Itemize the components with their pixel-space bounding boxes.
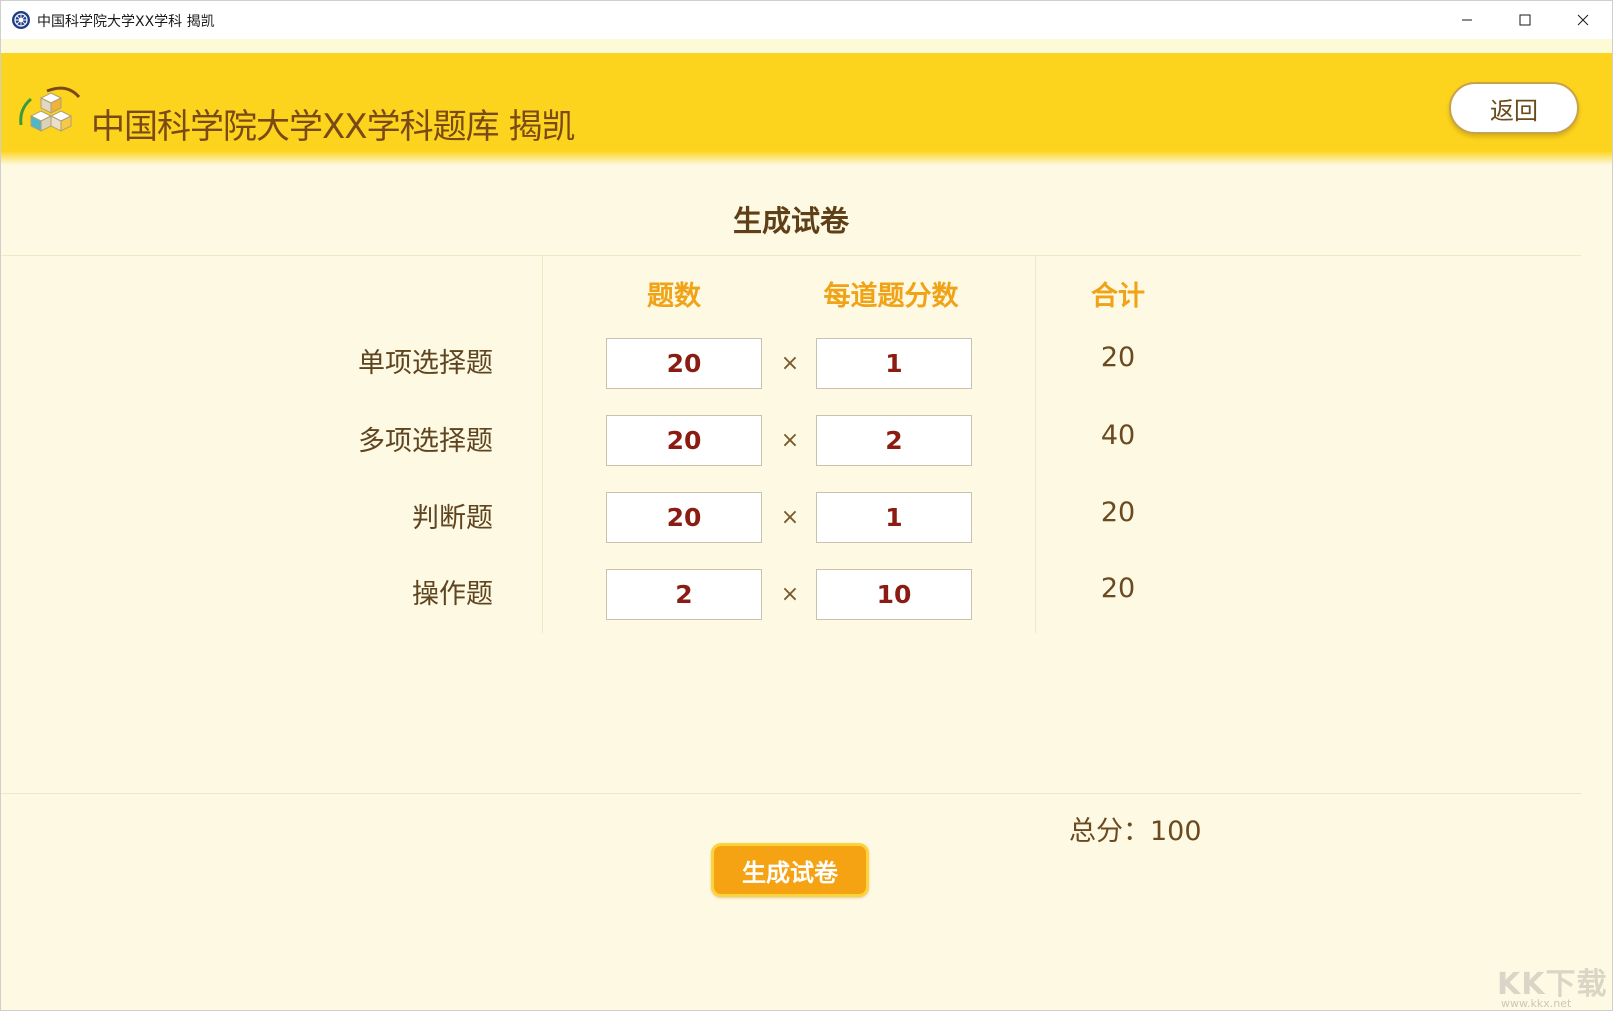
app-window: 中国科学院大学XX学科 揭凯 中国科学院大学XX学科题库 揭凯 返回 生成试卷 … [0, 0, 1613, 1011]
table-top-divider [1, 255, 1581, 256]
single-choice-count-field[interactable]: 20 [606, 338, 762, 389]
row-label-operation: 操作题 [412, 579, 493, 610]
multiply-sign: × [780, 505, 800, 530]
window-title: 中国科学院大学XX学科 揭凯 [37, 14, 215, 30]
row-label-multiple-choice: 多项选择题 [358, 426, 493, 457]
table-bottom-divider [1, 793, 1581, 794]
minimize-icon [1462, 19, 1472, 21]
app-emblem-icon [12, 11, 30, 29]
generate-exam-button[interactable]: 生成试卷 [711, 843, 869, 897]
operation-subtotal: 20 [1100, 573, 1136, 604]
watermark-url: www.kkx.net [1501, 997, 1572, 1010]
true-false-score-field[interactable]: 1 [816, 492, 972, 543]
app-title: 中国科学院大学XX学科题库 揭凯 [91, 107, 575, 147]
column-divider-left [542, 255, 543, 633]
column-header-count: 题数 [647, 281, 701, 312]
close-button[interactable] [1554, 1, 1612, 39]
title-bar: 中国科学院大学XX学科 揭凯 [1, 1, 1612, 39]
total-score: 总分：100 [1069, 816, 1202, 847]
multiple-choice-count-field[interactable]: 20 [606, 415, 762, 466]
column-divider-right [1035, 255, 1036, 633]
true-false-subtotal: 20 [1100, 497, 1136, 528]
multiply-sign: × [780, 351, 800, 376]
column-header-subtotal: 合计 [1091, 281, 1145, 312]
operation-count-field[interactable]: 2 [606, 569, 762, 620]
maximize-icon [1519, 14, 1531, 26]
multiple-choice-score-field[interactable]: 2 [816, 415, 972, 466]
app-header: 中国科学院大学XX学科题库 揭凯 返回 [1, 39, 1612, 165]
close-icon [1577, 14, 1589, 26]
page-title: 生成试卷 [732, 204, 849, 238]
multiply-sign: × [780, 582, 800, 607]
cubes-logo-icon [19, 86, 81, 132]
true-false-count-field[interactable]: 20 [606, 492, 762, 543]
single-choice-score-field[interactable]: 1 [816, 338, 972, 389]
maximize-button[interactable] [1496, 1, 1554, 39]
minimize-button[interactable] [1438, 1, 1496, 39]
single-choice-subtotal: 20 [1100, 342, 1136, 373]
operation-score-field[interactable]: 10 [816, 569, 972, 620]
row-label-single-choice: 单项选择题 [358, 348, 493, 379]
multiply-sign: × [780, 428, 800, 453]
row-label-true-false: 判断题 [412, 503, 493, 534]
back-button[interactable]: 返回 [1449, 82, 1579, 134]
column-header-per-score: 每道题分数 [823, 281, 959, 312]
multiple-choice-subtotal: 40 [1100, 420, 1136, 451]
